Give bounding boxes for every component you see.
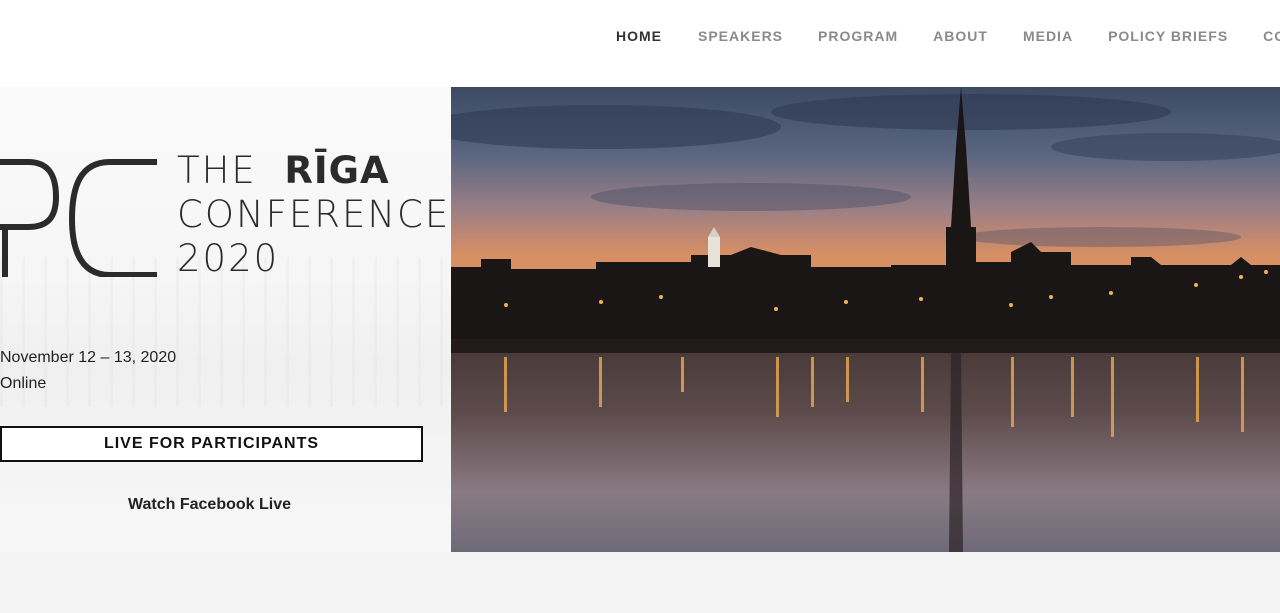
nav-home[interactable]: HOME — [616, 28, 662, 44]
clock-tower — [708, 237, 720, 267]
watch-facebook-live-link[interactable]: Watch Facebook Live — [0, 496, 419, 514]
nav-media[interactable]: MEDIA — [1023, 28, 1073, 44]
hero-image — [451, 87, 1280, 552]
logo-line-2: CONFERENCE — [177, 193, 451, 236]
site-header: HOME SPEAKERS PROGRAM ABOUT MEDIA POLICY… — [0, 0, 1280, 87]
main-nav: HOME SPEAKERS PROGRAM ABOUT MEDIA POLICY… — [616, 28, 1280, 44]
riga-skyline-image — [451, 87, 1280, 552]
nav-policy-briefs[interactable]: POLICY BRIEFS — [1108, 28, 1228, 44]
page-bottom-band — [0, 552, 1280, 613]
logo-wordmark: THE RĪGA CONFERENCE 2020 — [177, 149, 450, 281]
live-for-participants-button[interactable]: LIVE FOR PARTICIPANTS — [0, 426, 423, 462]
nav-speakers[interactable]: SPEAKERS — [698, 28, 783, 44]
event-date: November 12 – 13, 2020 — [0, 349, 177, 366]
event-location: Online — [0, 375, 47, 392]
conference-logo: THE RĪGA CONFERENCE 2020 — [0, 149, 448, 287]
rc-monogram-icon — [0, 159, 157, 277]
nav-contact[interactable]: CONTACT — [1263, 28, 1280, 44]
logo-line-3: 2020 — [177, 237, 280, 280]
nav-about[interactable]: ABOUT — [933, 28, 988, 44]
event-details: November 12 – 13, 2020 Online — [0, 345, 176, 397]
logo-line-1: THE RĪGA — [177, 149, 390, 192]
hero-info-panel: THE RĪGA CONFERENCE 2020 November 12 – 1… — [0, 87, 451, 552]
nav-program[interactable]: PROGRAM — [818, 28, 898, 44]
